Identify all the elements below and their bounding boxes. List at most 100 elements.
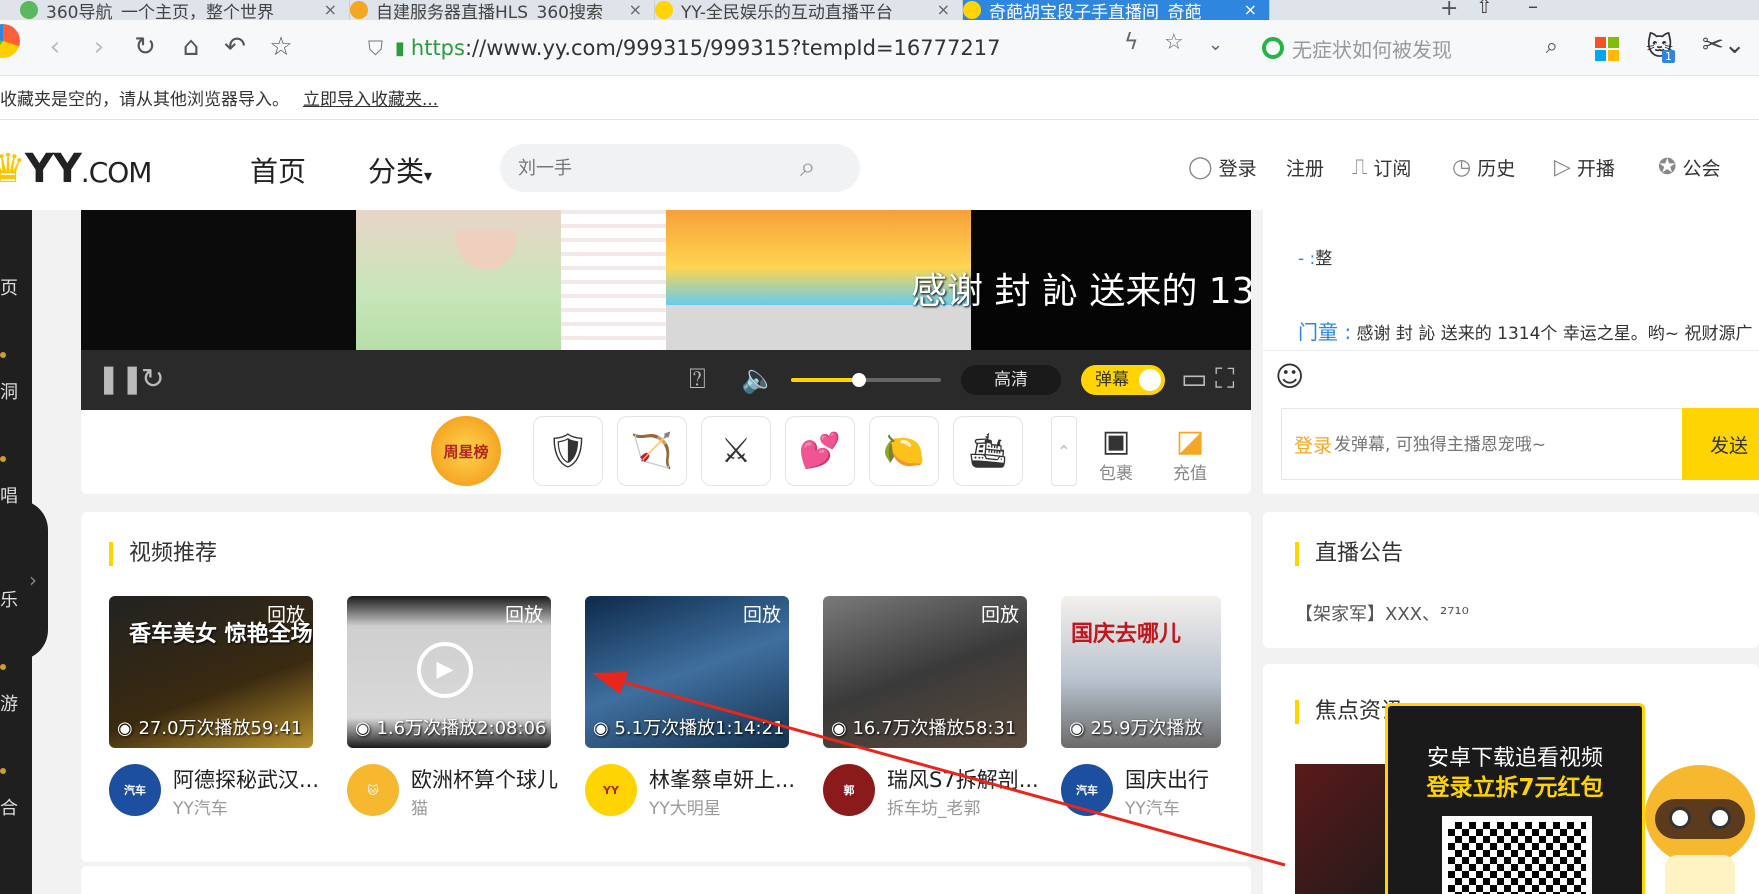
emoji-icon[interactable]: ☺: [1275, 360, 1304, 393]
close-icon[interactable]: ×: [937, 0, 950, 19]
video-thumbnail[interactable]: ▶ 回放 ◉ 1.6万次播放2:08:06: [347, 596, 551, 748]
close-icon[interactable]: ×: [324, 0, 337, 19]
sidebar-item-6[interactable]: 合: [0, 794, 32, 820]
search-icon[interactable]: ⌕: [1546, 34, 1558, 59]
refresh-icon[interactable]: ↻: [128, 30, 162, 64]
video-title[interactable]: 国庆出行: [1125, 764, 1225, 794]
video-author[interactable]: 拆车坊_老郭: [887, 794, 981, 819]
close-icon[interactable]: ×: [1244, 0, 1257, 19]
video-title[interactable]: 瑞风S7拆解剖...: [887, 764, 1037, 794]
video-thumbnail[interactable]: 香车美女 惊艳全场 回放 ◉ 27.0万次播放59:41: [109, 596, 313, 748]
new-tab-button[interactable]: +: [1440, 0, 1458, 21]
video-thumbnail[interactable]: 国庆去哪儿 回放 ◉ 25.9万次播放: [1061, 596, 1221, 748]
lightning-icon[interactable]: ϟ: [1124, 30, 1139, 55]
tab-live-room[interactable]: 奇葩胡宝段子手直播间_奇葩 ×: [963, 0, 1270, 20]
video-card[interactable]: 回放 ◉ 5.1万次播放1:14:21 YY 林峯蔡卓妍上... YY大明星: [585, 596, 795, 830]
weekly-star-badge[interactable]: 周星榜: [431, 416, 501, 486]
scissors-icon[interactable]: ✂⌄: [1702, 30, 1746, 60]
nav-category[interactable]: 分类▾: [368, 150, 432, 190]
tab-360-search[interactable]: 自建服务器直播HLS_360搜索 ×: [350, 0, 655, 20]
nav-home[interactable]: 首页: [250, 150, 306, 190]
shield-icon[interactable]: ⛉: [368, 36, 383, 60]
gift-lemon-face-icon[interactable]: 🍋: [869, 416, 939, 486]
import-bookmarks-link[interactable]: 立即导入收藏夹...: [303, 85, 438, 110]
bookmark-star-icon[interactable]: ☆: [264, 30, 298, 64]
back-icon[interactable]: ‹: [38, 30, 72, 64]
pause-icon[interactable]: ❚❚: [97, 362, 144, 395]
tab-yy-home[interactable]: YY-全民娱乐的互动直播平台 ×: [655, 0, 963, 20]
video-thumbnail[interactable]: 回放 ◉ 16.7万次播放58:31: [823, 596, 1027, 748]
gift-shield-icon[interactable]: 🛡: [533, 416, 603, 486]
guild-link[interactable]: ✪ 公会: [1658, 154, 1720, 181]
gift-yacht-icon[interactable]: 🛳: [953, 416, 1023, 486]
broadcast-link[interactable]: ▷ 开播: [1554, 154, 1615, 181]
avatar[interactable]: 汽车: [109, 764, 161, 816]
gift-love-headband-icon[interactable]: 💕: [785, 416, 855, 486]
guild-shield-icon: ✪: [1658, 155, 1677, 180]
chat-username[interactable]: 门童 :: [1298, 320, 1351, 344]
window-minimize-icon[interactable]: –: [1528, 0, 1538, 18]
recharge-button[interactable]: ◪ 充值: [1165, 424, 1215, 484]
danmu-input[interactable]: [1334, 425, 1634, 465]
sidebar-item-2[interactable]: 洞: [0, 378, 32, 404]
chevron-down-icon[interactable]: ⌄: [1208, 34, 1223, 55]
video-card[interactable]: ▶ 回放 ◉ 1.6万次播放2:08:06 🐱 欧洲杯算个球儿 猫: [347, 596, 558, 830]
help-icon[interactable]: ⍰: [689, 362, 706, 396]
app-grid-icon[interactable]: [1595, 37, 1619, 61]
quality-button[interactable]: 高清: [961, 365, 1061, 395]
volume-slider[interactable]: [791, 373, 941, 387]
video-title[interactable]: 欧洲杯算个球儿: [411, 764, 561, 794]
home-icon[interactable]: ⌂: [174, 30, 208, 64]
video-thumbnail[interactable]: 回放 ◉ 5.1万次播放1:14:21: [585, 596, 789, 748]
bag-button[interactable]: ▣ 包裹: [1091, 424, 1141, 484]
avatar[interactable]: 🐱: [347, 764, 399, 816]
video-frame[interactable]: 感谢 封 訫 送来的 13: [81, 210, 1251, 350]
forward-icon[interactable]: ›: [82, 30, 116, 64]
360-browser-logo-icon[interactable]: [0, 24, 20, 58]
avatar[interactable]: YY: [585, 764, 637, 816]
undo-close-icon[interactable]: ↶: [218, 30, 252, 64]
fullscreen-icon[interactable]: ⛶: [1215, 362, 1235, 396]
subscribe-link[interactable]: ⎍ 订阅: [1352, 154, 1411, 181]
video-author[interactable]: 猫: [411, 794, 428, 819]
video-author[interactable]: YY汽车: [1125, 794, 1180, 819]
download-promo-popup[interactable]: 安卓下载追看视频 登录立拆7元红包: [1385, 703, 1645, 894]
video-author[interactable]: YY汽车: [173, 794, 228, 819]
browser-search-box[interactable]: 无症状如何被发现 ⌕: [1262, 28, 1562, 68]
gift-crossbow-icon[interactable]: 🏹: [617, 416, 687, 486]
sidebar-expand-handle[interactable]: ›: [18, 500, 48, 660]
favorite-star-icon[interactable]: ☆: [1164, 30, 1184, 55]
history-link[interactable]: ◷ 历史: [1452, 154, 1515, 181]
login-link[interactable]: ◯ 登录: [1188, 154, 1257, 181]
chevron-up-icon[interactable]: ⌃: [1051, 416, 1077, 486]
send-button[interactable]: 发送: [1682, 408, 1759, 480]
video-author[interactable]: YY大明星: [649, 794, 721, 819]
theater-mode-icon[interactable]: ▭: [1181, 362, 1207, 395]
video-title[interactable]: 阿德探秘武汉...: [173, 764, 323, 794]
yy-mascot-icon[interactable]: [1635, 755, 1759, 894]
video-card[interactable]: 回放 ◉ 16.7万次播放58:31 郭 瑞风S7拆解剖... 拆车坊_老郭: [823, 596, 1037, 830]
live-player[interactable]: 感谢 封 訫 送来的 13 ❚❚ ↻ ⍰ 🔈 高清 弹幕 ▭ ⛶: [81, 210, 1251, 410]
video-title[interactable]: 林峯蔡卓妍上...: [649, 764, 799, 794]
reload-icon[interactable]: ↻: [141, 362, 164, 395]
volume-icon[interactable]: 🔈: [741, 362, 776, 395]
volume-knob[interactable]: [851, 373, 866, 387]
danmu-toggle[interactable]: 弹幕: [1081, 365, 1165, 395]
video-card[interactable]: 国庆去哪儿 回放 ◉ 25.9万次播放 汽车 国庆出行 YY汽车: [1061, 596, 1221, 830]
gift-lightsabers-icon[interactable]: ⚔: [701, 416, 771, 486]
extension-mascot-icon[interactable]: 🐱 1: [1646, 32, 1675, 63]
search-icon[interactable]: ⌕: [800, 150, 816, 184]
tab-360-navigation[interactable]: 360导航_一个主页，整个世界 ×: [20, 0, 350, 20]
video-card[interactable]: 香车美女 惊艳全场 回放 ◉ 27.0万次播放59:41 汽车 阿德探秘武汉..…: [109, 596, 319, 830]
sidebar-item-1[interactable]: 页: [0, 274, 32, 300]
close-icon[interactable]: ×: [629, 0, 642, 19]
window-pin-icon[interactable]: ⇧: [1476, 0, 1493, 18]
yy-logo[interactable]: ♛YY.COM: [0, 146, 152, 192]
register-link[interactable]: 注册: [1286, 154, 1324, 181]
chat-login-link[interactable]: 登录: [1294, 431, 1332, 458]
avatar[interactable]: 郭: [823, 764, 875, 816]
sidebar-item-5[interactable]: 游: [0, 690, 32, 716]
lock-icon[interactable]: ▮: [395, 38, 405, 59]
avatar[interactable]: 汽车: [1061, 764, 1113, 816]
play-icon[interactable]: ▶: [417, 642, 473, 698]
